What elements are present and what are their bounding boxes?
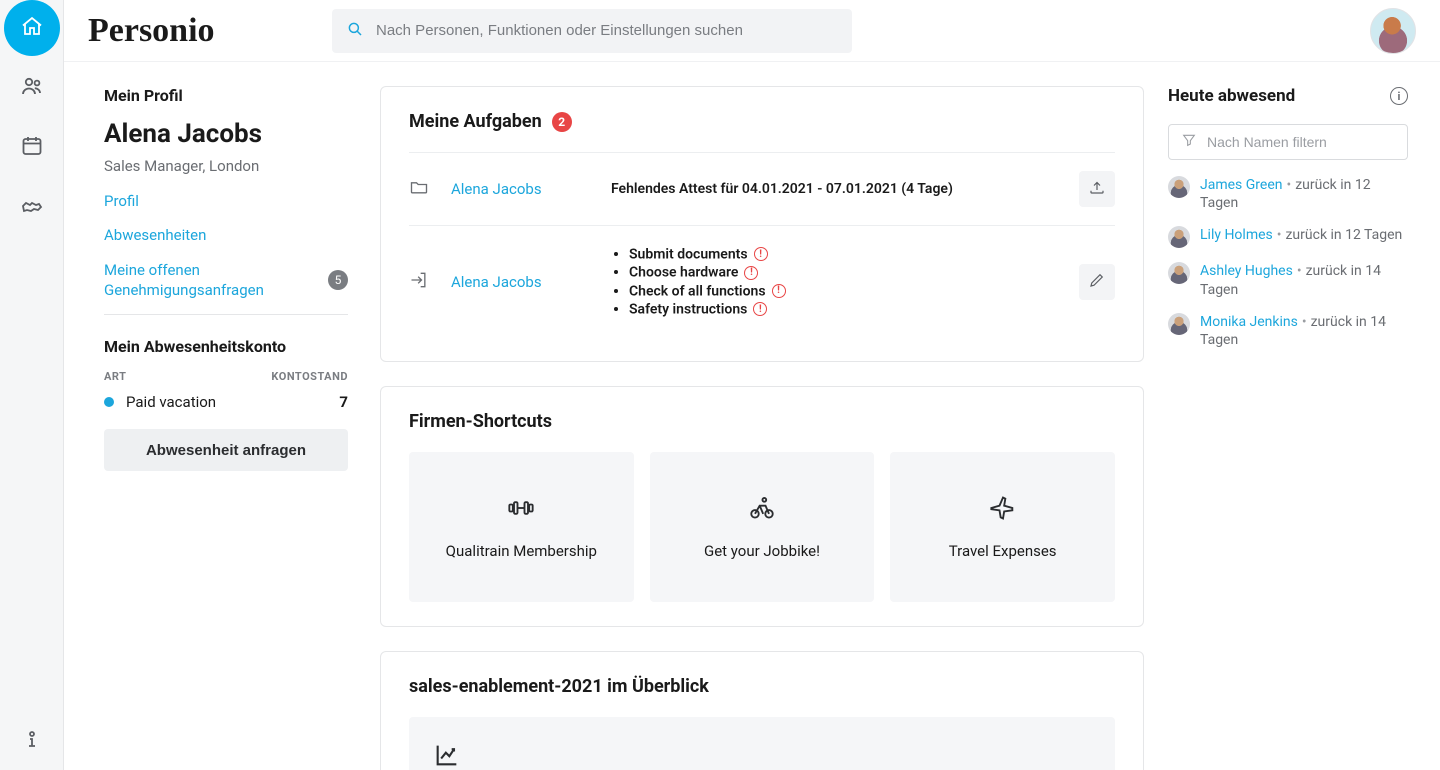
avatar — [1168, 313, 1190, 335]
nav-rail — [0, 0, 64, 770]
balance-col-type: ART — [104, 370, 126, 383]
shortcut-jobbike[interactable]: Get your Jobbike! — [650, 452, 875, 602]
upload-icon — [1088, 178, 1106, 200]
link-absences[interactable]: Abwesenheiten — [104, 225, 348, 245]
absent-filter-input[interactable] — [1207, 134, 1395, 150]
absent-filter[interactable] — [1168, 124, 1408, 160]
request-absence-button[interactable]: Abwesenheit anfragen — [104, 429, 348, 471]
balance-col-balance: KONTOSTAND — [271, 370, 348, 383]
task-upload-button[interactable] — [1079, 171, 1115, 207]
absent-item: Lily Holmes•zurück in 12 Tagen — [1168, 226, 1408, 248]
task-row: Alena Jacobs Fehlendes Attest für 04.01.… — [409, 152, 1115, 225]
absent-item: Ashley Hughes•zurück in 14 Tagen — [1168, 262, 1408, 298]
profile-subtitle: Sales Manager, London — [104, 157, 348, 175]
avatar — [1168, 176, 1190, 198]
info-icon — [20, 728, 44, 756]
overview-heading: sales-enablement-2021 im Überblick — [409, 676, 1115, 697]
absent-item: Monika Jenkins•zurück in 14 Tagen — [1168, 313, 1408, 349]
absent-name[interactable]: Ashley Hughes — [1200, 263, 1293, 279]
home-icon — [20, 14, 44, 42]
absent-heading: Heute abwesend — [1168, 86, 1295, 106]
task-edit-button[interactable] — [1079, 264, 1115, 300]
main-content: Meine Aufgaben 2 Alena Jacobs Fehlendes … — [364, 62, 1160, 770]
shortcut-label: Travel Expenses — [949, 542, 1057, 560]
balance-row: Paid vacation 7 — [104, 393, 348, 411]
absent-panel: Heute abwesend i James Green•zurück in 1… — [1160, 62, 1440, 770]
task-row: Alena Jacobs Submit documents! Choose ha… — [409, 225, 1115, 337]
shortcut-label: Get your Jobbike! — [704, 542, 820, 560]
balance-label: Paid vacation — [126, 393, 216, 411]
alert-icon: ! — [754, 247, 768, 261]
alert-icon: ! — [744, 266, 758, 280]
filter-icon — [1181, 132, 1197, 152]
task-person-link[interactable]: Alena Jacobs — [451, 180, 591, 198]
balance-value: 7 — [339, 393, 348, 411]
link-approvals[interactable]: Meine offenen Genehmigungsanfragen 5 — [104, 260, 348, 301]
task-text: Fehlendes Attest für 04.01.2021 - 07.01.… — [611, 181, 953, 197]
profile-heading: Mein Profil — [104, 86, 348, 105]
tasks-heading: Meine Aufgaben — [409, 111, 542, 132]
pencil-icon — [1088, 271, 1106, 293]
overview-card: sales-enablement-2021 im Überblick — [380, 651, 1144, 770]
absent-info-icon[interactable]: i — [1390, 87, 1408, 105]
absent-name[interactable]: Monika Jenkins — [1200, 314, 1298, 330]
link-approvals-label: Meine offenen Genehmigungsanfragen — [104, 260, 320, 301]
approvals-badge: 5 — [328, 270, 348, 290]
nav-people[interactable] — [4, 60, 60, 116]
dumbbell-icon — [507, 494, 535, 526]
logo: Personio — [88, 14, 308, 48]
people-icon — [20, 74, 44, 102]
search-input[interactable] — [376, 22, 838, 39]
shortcut-label: Qualitrain Membership — [446, 542, 597, 560]
enter-icon — [409, 270, 431, 294]
nav-calendar[interactable] — [4, 120, 60, 176]
avatar — [1168, 262, 1190, 284]
shortcut-travel[interactable]: Travel Expenses — [890, 452, 1115, 602]
chart-icon — [433, 757, 461, 770]
task-subitem: Safety instructions! — [629, 301, 1059, 317]
absent-meta: zurück in 12 Tagen — [1285, 227, 1402, 243]
tasks-card: Meine Aufgaben 2 Alena Jacobs Fehlendes … — [380, 86, 1144, 362]
topbar: Personio — [64, 0, 1440, 62]
profile-panel: Mein Profil Alena Jacobs Sales Manager, … — [64, 62, 364, 770]
tasks-badge: 2 — [552, 112, 572, 132]
task-subitem: Submit documents! — [629, 246, 1059, 262]
nav-home[interactable] — [4, 0, 60, 56]
shortcut-qualitrain[interactable]: Qualitrain Membership — [409, 452, 634, 602]
overview-body — [409, 717, 1115, 770]
search-icon — [346, 20, 364, 42]
task-person-link[interactable]: Alena Jacobs — [451, 273, 591, 291]
nav-handshake[interactable] — [4, 180, 60, 236]
balance-heading: Mein Abwesenheitskonto — [104, 337, 348, 356]
current-user-avatar[interactable] — [1370, 8, 1416, 54]
plane-icon — [989, 494, 1017, 526]
balance-dot — [104, 397, 114, 407]
bike-icon — [748, 494, 776, 526]
folder-icon — [409, 177, 431, 201]
avatar — [1168, 226, 1190, 248]
search-box[interactable] — [332, 9, 852, 53]
divider — [104, 314, 348, 315]
handshake-icon — [20, 194, 44, 222]
absent-name[interactable]: James Green — [1200, 177, 1282, 193]
link-profile[interactable]: Profil — [104, 191, 348, 211]
calendar-icon — [20, 134, 44, 162]
shortcuts-heading: Firmen-Shortcuts — [409, 411, 1115, 432]
shortcuts-card: Firmen-Shortcuts Qualitrain Membership G… — [380, 386, 1144, 627]
task-subitem: Choose hardware! — [629, 264, 1059, 280]
absent-item: James Green•zurück in 12 Tagen — [1168, 176, 1408, 212]
nav-info[interactable] — [4, 714, 60, 770]
profile-name: Alena Jacobs — [104, 119, 348, 149]
alert-icon: ! — [772, 284, 786, 298]
alert-icon: ! — [753, 302, 767, 316]
absent-name[interactable]: Lily Holmes — [1200, 227, 1273, 243]
task-subitem: Check of all functions! — [629, 283, 1059, 299]
